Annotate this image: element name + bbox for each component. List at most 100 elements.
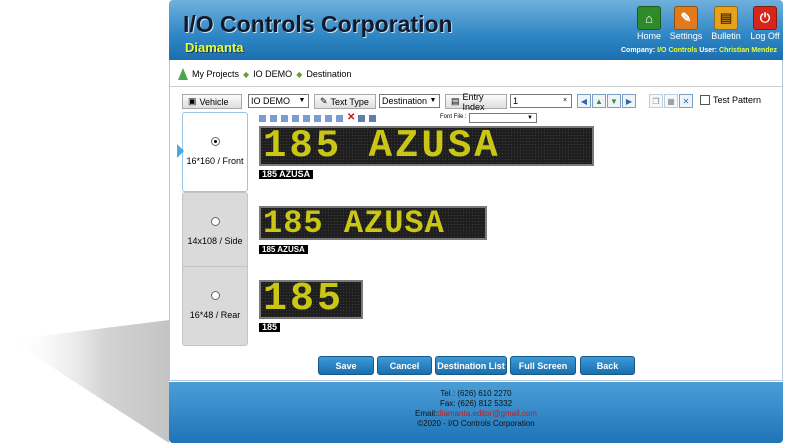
next-entry-button[interactable]: ▼	[607, 94, 621, 108]
footer-fax: Fax: (626) 812 5332	[439, 399, 513, 408]
tab-side-sign[interactable]: 14x108 / Side	[182, 192, 248, 272]
header: I/O Controls Corporation Diamanta ⌂ Home…	[169, 0, 783, 60]
footer-tel: Tel : (626) 610 2270	[440, 389, 512, 398]
front-sign-caption: 185 AZUSA	[259, 170, 314, 179]
vehicle-label: Vehicle	[199, 96, 229, 107]
rear-sign-text: 185	[263, 277, 345, 322]
rear-sign-display[interactable]: 185	[259, 277, 363, 322]
first-entry-button[interactable]: ◀	[577, 94, 591, 108]
entry-index-value: 1	[513, 96, 519, 106]
list-icon: ▤	[451, 96, 460, 106]
align-center-icon[interactable]	[270, 115, 277, 122]
company-label: Company:	[620, 47, 656, 54]
vehicle-select[interactable]: IO DEMO ▼	[248, 94, 309, 108]
text-type-value: Destination	[382, 96, 428, 106]
flash-icon[interactable]	[336, 115, 343, 122]
paste-icon: ▦	[667, 96, 675, 106]
chevron-down-icon: ▼	[527, 115, 533, 121]
breadcrumb-separator-icon: ◆	[296, 69, 303, 79]
wrench-icon: ✎	[674, 6, 698, 30]
copy-button[interactable]: ❐	[649, 94, 663, 108]
delete-icon[interactable]: ✕	[347, 112, 355, 123]
side-sign-text: 185 AZUSA	[263, 205, 445, 242]
test-pattern-checkbox[interactable]	[700, 95, 710, 105]
align-left-icon[interactable]	[259, 115, 266, 122]
footer-email-label: Email:	[415, 409, 438, 418]
text-type-label: Text Type	[330, 96, 369, 107]
product-subtitle: Diamanta	[185, 40, 244, 55]
align-middle-icon[interactable]	[303, 115, 310, 122]
test-pattern-toggle[interactable]: Test Pattern	[700, 95, 761, 105]
chevron-down-icon: ▼	[298, 97, 306, 104]
scroll-icon[interactable]	[325, 115, 332, 122]
home-button[interactable]: ⌂ Home	[629, 6, 669, 41]
user-info: Company: I/O Controls User: Christian Me…	[621, 47, 777, 54]
font-file-label: Font File :	[440, 114, 467, 120]
arrow-down-icon: ▼	[610, 96, 618, 106]
breadcrumb: My Projects ◆ IO DEMO ◆ Destination	[178, 68, 351, 80]
log-off-button[interactable]: ⏻ Log Off	[745, 6, 785, 41]
template-icon[interactable]	[369, 115, 376, 122]
tab-front-sign[interactable]: 16*160 / Front	[177, 112, 248, 192]
entry-index-button[interactable]: ▤ Entry Index	[445, 92, 507, 112]
vehicle-button[interactable]: ▣ Vehicle	[182, 94, 242, 109]
breadcrumb-destination: Destination	[306, 69, 352, 79]
main-panel: My Projects ◆ IO DEMO ◆ Destination ▣ Ve…	[169, 60, 783, 381]
text-type-button[interactable]: ✎ Text Type	[314, 94, 376, 109]
align-top-icon[interactable]	[292, 115, 299, 122]
destination-list-button[interactable]: Destination List	[435, 356, 507, 375]
cancel-button[interactable]: Cancel	[377, 356, 432, 375]
rear-sign-tab-label: 16*48 / Rear	[189, 310, 241, 320]
image-icon[interactable]	[358, 115, 365, 122]
footer-copyright: ©2020 - I/O Controls Corporation	[417, 419, 535, 428]
breadcrumb-separator-icon: ◆	[243, 69, 250, 79]
align-right-icon[interactable]	[281, 115, 288, 122]
previous-entry-button[interactable]: ▲	[592, 94, 606, 108]
tab-rear-sign[interactable]: 16*48 / Rear	[182, 266, 248, 346]
settings-label: Settings	[669, 31, 703, 41]
footer-email-link[interactable]: diamanta.editor@gmail.com	[437, 409, 537, 418]
home-icon: ⌂	[637, 6, 661, 30]
side-sign-display[interactable]: 185 AZUSA	[259, 205, 487, 242]
side-sign-tab-label: 14x108 / Side	[187, 236, 243, 246]
app-window: I/O Controls Corporation Diamanta ⌂ Home…	[169, 0, 783, 443]
user-label: User:	[699, 47, 718, 54]
bulletin-icon: ▤	[714, 6, 738, 30]
footer: Tel : (626) 610 2270 Fax: (626) 812 5332…	[169, 382, 783, 443]
close-icon: ✕	[682, 96, 690, 106]
footer-email: Email:diamanta.editor@gmail.com	[169, 409, 783, 419]
bulletin-button[interactable]: ▤ Bulletin	[706, 6, 746, 41]
bulletin-label: Bulletin	[711, 31, 741, 41]
back-button[interactable]: Back	[580, 356, 635, 375]
side-sign-radio[interactable]	[210, 217, 220, 226]
entry-index-input[interactable]: 1 ×	[510, 94, 572, 108]
company-title: I/O Controls Corporation	[183, 11, 453, 37]
power-icon: ⏻	[753, 6, 777, 30]
delete-entry-button[interactable]: ✕	[679, 94, 693, 108]
user-value: Christian Mendez	[719, 47, 777, 54]
company-value: I/O Controls	[657, 47, 698, 54]
bus-icon: ▣	[188, 96, 197, 106]
arrow-left-icon: ◀	[580, 96, 588, 106]
front-sign-display[interactable]: 185 AZUSA	[259, 124, 594, 168]
copy-icon: ❐	[652, 96, 660, 106]
log-off-label: Log Off	[750, 31, 780, 41]
save-button[interactable]: Save	[318, 356, 374, 375]
breadcrumb-io-demo[interactable]: IO DEMO	[253, 69, 292, 79]
breadcrumb-my-projects[interactable]: My Projects	[192, 69, 239, 79]
tree-icon	[178, 68, 188, 80]
last-entry-button[interactable]: ▶	[622, 94, 636, 108]
text-type-select[interactable]: Destination ▼	[379, 94, 440, 108]
align-bottom-icon[interactable]	[314, 115, 321, 122]
vehicle-value: IO DEMO	[251, 96, 291, 106]
settings-button[interactable]: ✎ Settings	[666, 6, 706, 41]
clear-icon[interactable]: ×	[560, 96, 570, 106]
front-sign-text: 185 AZUSA	[263, 124, 501, 168]
front-sign-radio[interactable]	[210, 137, 220, 146]
font-file-select[interactable]: ▼	[469, 113, 537, 123]
side-sign-caption: 185 AZUSA	[259, 245, 308, 254]
rear-sign-radio[interactable]	[210, 291, 220, 300]
full-screen-button[interactable]: Full Screen	[510, 356, 576, 375]
paste-button[interactable]: ▦	[664, 94, 678, 108]
divider	[170, 86, 782, 87]
